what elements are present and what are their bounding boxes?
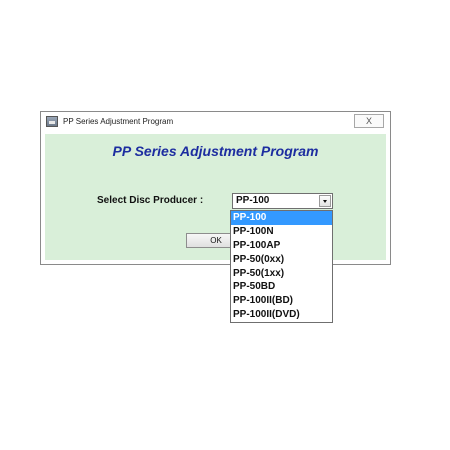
dropdown-option-pp-50-1xx[interactable]: PP-50(1xx) bbox=[231, 267, 332, 281]
disc-producer-combobox[interactable]: PP-100 bbox=[232, 193, 333, 209]
select-disc-producer-label: Select Disc Producer : bbox=[97, 195, 204, 206]
dropdown-option-pp-50bd[interactable]: PP-50BD bbox=[231, 280, 332, 294]
close-button[interactable]: X bbox=[354, 114, 384, 128]
dialog-client-area: PP Series Adjustment Program Select Disc… bbox=[45, 134, 386, 260]
dropdown-option-pp-100[interactable]: PP-100 bbox=[231, 211, 332, 225]
app-icon bbox=[46, 116, 58, 127]
dropdown-option-pp-100ii-bd[interactable]: PP-100II(BD) bbox=[231, 294, 332, 308]
dropdown-option-pp-50-0xx[interactable]: PP-50(0xx) bbox=[231, 253, 332, 267]
combobox-selected-value: PP-100 bbox=[236, 195, 270, 206]
title-bar[interactable]: PP Series Adjustment Program X bbox=[41, 112, 390, 134]
app-window: PP Series Adjustment Program X PP Series… bbox=[40, 111, 391, 265]
chevron-down-icon[interactable] bbox=[319, 195, 331, 207]
program-heading: PP Series Adjustment Program bbox=[112, 143, 319, 159]
dropdown-option-pp-100ap[interactable]: PP-100AP bbox=[231, 239, 332, 253]
dropdown-option-pp-100n[interactable]: PP-100N bbox=[231, 225, 332, 239]
disc-producer-dropdown-list: PP-100 PP-100N PP-100AP PP-50(0xx) PP-50… bbox=[230, 210, 333, 323]
window-title: PP Series Adjustment Program bbox=[63, 117, 174, 126]
close-icon: X bbox=[365, 116, 372, 126]
dropdown-option-pp-100ii-dvd[interactable]: PP-100II(DVD) bbox=[231, 308, 332, 322]
